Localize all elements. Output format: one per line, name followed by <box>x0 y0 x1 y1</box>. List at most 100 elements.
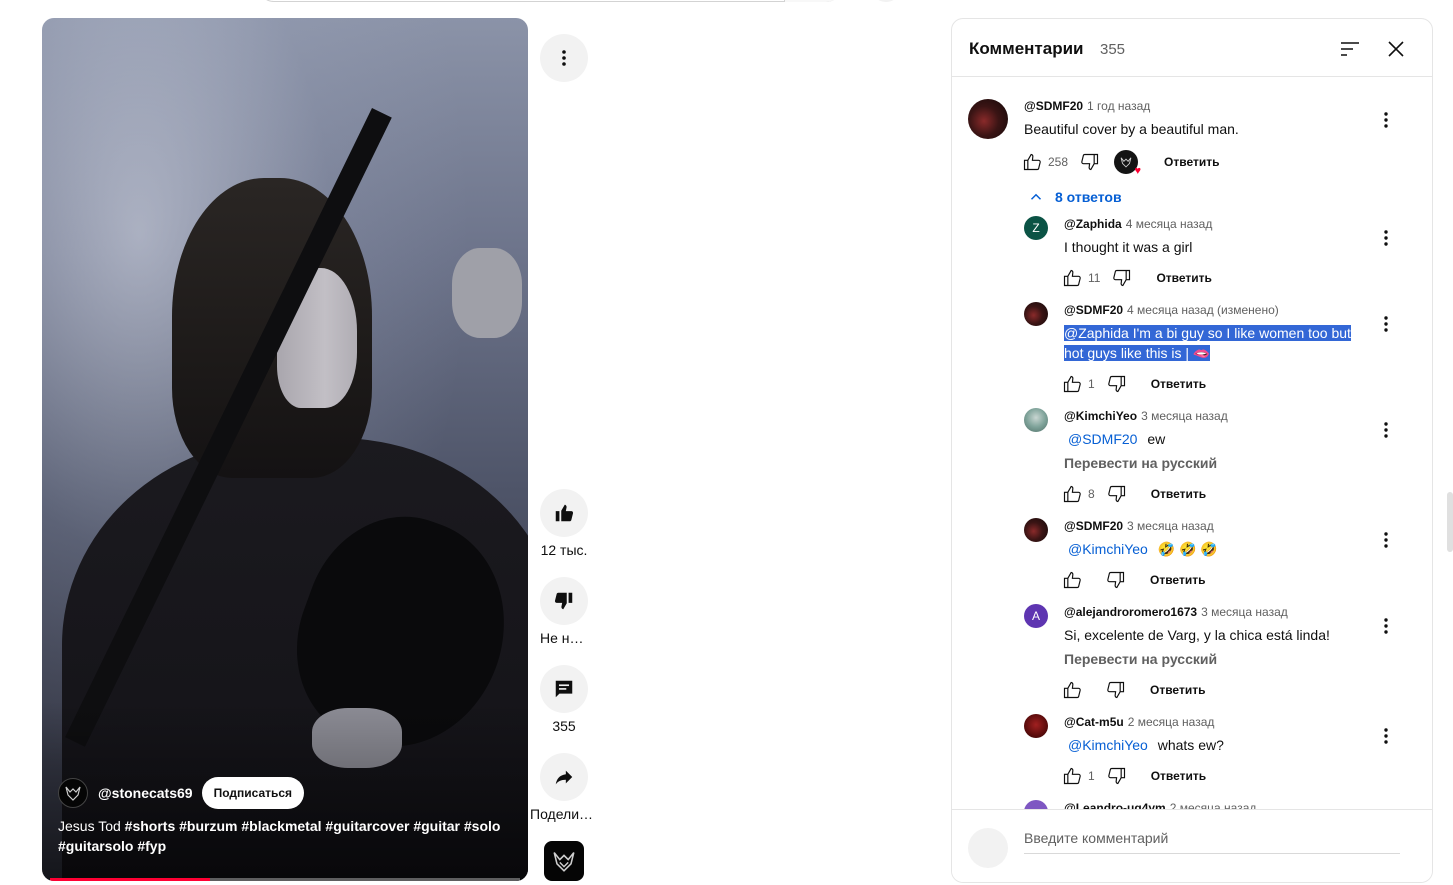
video-progress-bar[interactable] <box>50 878 520 881</box>
comment-time[interactable]: 2 месяца назад <box>1170 801 1257 809</box>
reply-button[interactable]: Ответить <box>1150 573 1205 587</box>
comment-actions: 258 ♥ Ответить <box>1020 150 1219 177</box>
comment-time[interactable]: 3 месяца назад <box>1127 519 1214 533</box>
subscribe-button[interactable]: Подписаться <box>201 777 305 809</box>
like-button[interactable] <box>1060 764 1084 788</box>
like-button[interactable] <box>1060 482 1084 506</box>
thumb-up-icon <box>1063 269 1081 287</box>
comments-header: Комментарии 355 <box>952 19 1432 77</box>
search-box[interactable] <box>258 0 842 2</box>
like-button[interactable] <box>1020 150 1044 174</box>
dislike-button[interactable] <box>1110 266 1134 290</box>
dislike-button[interactable] <box>1105 372 1129 396</box>
avatar <box>968 828 1008 868</box>
comment-author[interactable]: @SDMF20 <box>1024 99 1083 113</box>
channel-thumbnail-button[interactable] <box>544 841 584 881</box>
comment-author[interactable]: @Cat-m5u <box>1064 715 1124 729</box>
like-count: 1 <box>1088 377 1095 391</box>
dislike-button[interactable] <box>1104 568 1128 592</box>
channel-handle[interactable]: @stonecats69 <box>98 785 193 801</box>
comment-mention[interactable]: @KimchiYeo <box>1068 541 1148 557</box>
shorts-video-player[interactable]: @stonecats69 Подписаться Jesus Tod #shor… <box>42 18 528 881</box>
search-button[interactable] <box>784 0 842 2</box>
dislike-button[interactable] <box>1105 764 1129 788</box>
comment-time[interactable]: 3 месяца назад <box>1201 605 1288 619</box>
avatar[interactable]: A <box>1024 604 1048 628</box>
comment-menu-button[interactable] <box>1374 528 1398 552</box>
reply-button[interactable]: Ответить <box>1164 155 1219 169</box>
comments-title: Комментарии <box>969 39 1084 58</box>
comment-mention[interactable]: @Zaphida <box>1064 325 1129 341</box>
comment-author[interactable]: @SDMF20 <box>1064 303 1123 317</box>
more-options-button[interactable] <box>540 34 588 82</box>
comment-time[interactable]: 2 месяца назад <box>1128 715 1215 729</box>
replies-toggle[interactable]: 8 ответов <box>1027 188 1122 206</box>
comment-menu-button[interactable] <box>1374 418 1398 442</box>
more-vert-icon <box>1384 112 1388 128</box>
comment-menu-button[interactable] <box>1374 724 1398 748</box>
reply-button[interactable]: Ответить <box>1150 683 1205 697</box>
comment-author[interactable]: @Zaphida <box>1064 217 1122 231</box>
comment-text-line: hot guys like this is | 🫦 <box>1064 343 1211 363</box>
comment-author[interactable]: @Leandro-ug4ym <box>1064 801 1166 809</box>
dislike-button[interactable] <box>1105 482 1129 506</box>
translate-button[interactable]: Перевести на русский <box>1064 455 1217 471</box>
comment-menu-button[interactable] <box>1374 312 1398 336</box>
comment-time[interactable]: 3 месяца назад <box>1141 409 1228 423</box>
thumb-down-icon <box>1107 681 1125 699</box>
comment-mention[interactable]: @SDMF20 <box>1068 431 1137 447</box>
like-button[interactable] <box>1060 266 1084 290</box>
like-button[interactable] <box>1060 678 1084 702</box>
avatar[interactable] <box>1024 518 1048 542</box>
video-title-text: Jesus Tod <box>58 818 125 834</box>
reply-button[interactable]: Ответить <box>1151 377 1206 391</box>
comment-author[interactable]: @SDMF20 <box>1064 519 1123 533</box>
translate-button[interactable]: Перевести на русский <box>1064 651 1217 667</box>
like-button[interactable] <box>1060 568 1084 592</box>
voice-search-button[interactable] <box>870 0 902 2</box>
comment-time[interactable]: 4 месяца назад (изменено) <box>1127 303 1279 317</box>
close-button[interactable] <box>1384 37 1408 61</box>
thumb-up-icon <box>1063 375 1081 393</box>
sort-button[interactable] <box>1338 37 1362 61</box>
dislike-button[interactable] <box>1078 150 1102 174</box>
dislike-button[interactable] <box>540 577 588 625</box>
comment-icon <box>555 680 573 698</box>
reply-button[interactable]: Ответить <box>1151 487 1206 501</box>
comment-input[interactable]: Введите комментарий <box>1024 830 1400 854</box>
comments-button[interactable] <box>540 665 588 713</box>
video-hashtags[interactable]: #shorts #burzum #blackmetal #guitarcover… <box>58 818 500 854</box>
comment-meta: @KimchiYeo 3 месяца назад <box>1064 409 1228 423</box>
comment-composer: Введите комментарий <box>952 809 1432 882</box>
comment-meta: @SDMF20 4 месяца назад (изменено) <box>1064 303 1279 317</box>
comments-list[interactable]: @SDMF20 1 год назад Beautiful cover by a … <box>952 78 1432 809</box>
dislike-button[interactable] <box>1104 678 1128 702</box>
comment-author[interactable]: @KimchiYeo <box>1064 409 1137 423</box>
comment-time[interactable]: 4 месяца назад <box>1126 217 1213 231</box>
page-scrollbar[interactable] <box>1447 492 1453 552</box>
comment-menu-button[interactable] <box>1374 226 1398 250</box>
like-button[interactable] <box>1060 372 1084 396</box>
comment-text: Beautiful cover by a beautiful man. <box>1024 121 1239 137</box>
chevron-up-icon <box>1030 193 1042 200</box>
channel-avatar[interactable] <box>58 778 88 808</box>
avatar[interactable] <box>1024 800 1048 809</box>
avatar[interactable] <box>968 99 1008 139</box>
avatar[interactable] <box>1024 408 1048 432</box>
like-button[interactable] <box>540 489 588 537</box>
avatar[interactable] <box>1024 714 1048 738</box>
comment-actions: 1 Ответить <box>1060 372 1206 396</box>
comment-meta: @Cat-m5u 2 месяца назад <box>1064 715 1214 729</box>
video-channel-row: @stonecats69 Подписаться <box>58 776 305 810</box>
reply-button[interactable]: Ответить <box>1156 271 1211 285</box>
reply-button[interactable]: Ответить <box>1151 769 1206 783</box>
share-button[interactable] <box>540 753 588 801</box>
comment-menu-button[interactable] <box>1374 614 1398 638</box>
comment-mention[interactable]: @KimchiYeo <box>1068 737 1148 753</box>
like-count: 11 <box>1088 271 1101 285</box>
avatar[interactable] <box>1024 302 1048 326</box>
comment-time[interactable]: 1 год назад <box>1087 99 1150 113</box>
comment-menu-button[interactable] <box>1374 108 1398 132</box>
avatar[interactable]: Z <box>1024 216 1048 240</box>
comment-author[interactable]: @alejandroromero1673 <box>1064 605 1197 619</box>
